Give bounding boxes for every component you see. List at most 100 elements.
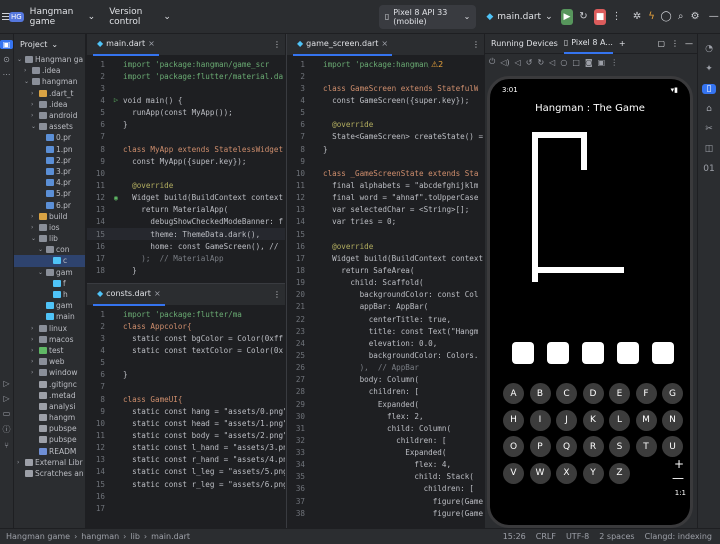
line-number[interactable]: 28 [287, 387, 309, 396]
code-line[interactable]: 24 elevation: 0.0, [287, 337, 484, 349]
tree-item[interactable]: 0.pr [14, 132, 85, 143]
code-line[interactable]: 8} [287, 143, 484, 155]
line-number[interactable]: 8 [87, 395, 109, 404]
line-number[interactable]: 10 [87, 419, 109, 428]
running-devices-icon[interactable]: ▯ [702, 84, 716, 94]
line-ending[interactable]: CRLF [536, 532, 556, 541]
line-number[interactable]: 13 [287, 205, 309, 214]
code-line[interactable]: 10 class _GameScreenState extends Sta [287, 167, 484, 179]
screenshot-icon[interactable]: ◙ [585, 58, 593, 67]
letter-key[interactable]: U [662, 436, 683, 457]
code-line[interactable]: 35 child: Stack( [287, 471, 484, 483]
gradle-icon[interactable]: ⌂ [698, 104, 720, 114]
code-line[interactable]: 9 [287, 155, 484, 167]
overview-icon[interactable]: □ [572, 58, 580, 67]
line-number[interactable]: 3 [287, 84, 309, 93]
line-number[interactable]: 1 [87, 60, 109, 69]
chevron-right-icon[interactable]: › [31, 336, 37, 343]
tree-item[interactable]: › macos [14, 334, 85, 345]
line-number[interactable]: 17 [87, 504, 109, 513]
line-number[interactable]: 7 [287, 132, 309, 141]
back-icon[interactable]: ◁ [549, 58, 555, 67]
letter-key[interactable]: W [529, 462, 551, 484]
code-line[interactable]: 17 [87, 502, 285, 514]
tree-item[interactable]: 5.pr [14, 188, 85, 199]
project-switcher[interactable]: Hangman game ⌄ [30, 7, 96, 27]
letter-key[interactable]: I [529, 409, 551, 431]
chevron-down-icon[interactable]: ⌄ [17, 56, 23, 63]
code-line[interactable]: 6 @override [287, 119, 484, 131]
line-number[interactable]: 11 [287, 181, 309, 190]
settings-icon[interactable]: ⚙ [689, 11, 702, 22]
code-line[interactable]: 1 import 'package:flutter/ma [87, 308, 285, 320]
code-line[interactable]: 11 static const body = "assets/2.png" [87, 429, 285, 441]
code-line[interactable]: 22 centerTitle: true, [287, 313, 484, 325]
letter-key[interactable]: B [529, 383, 551, 404]
chevron-down-icon[interactable]: ⌄ [38, 269, 44, 276]
tree-item[interactable]: ⌄ gam [14, 267, 85, 278]
chevron-down-icon[interactable]: ⌄ [38, 246, 44, 253]
device-manager-icon[interactable]: ◫ [698, 144, 720, 154]
letter-key[interactable]: C [556, 383, 577, 404]
code-line[interactable]: 2 [287, 70, 484, 82]
volume-down-icon[interactable]: ◁ [515, 58, 521, 67]
vcs-menu[interactable]: Version control ⌄ [109, 7, 171, 27]
line-number[interactable]: 5 [87, 358, 109, 367]
line-number[interactable]: 13 [87, 205, 109, 214]
line-number[interactable]: 21 [287, 302, 309, 311]
line-number[interactable]: 4 [87, 96, 109, 105]
tree-item[interactable]: hangm [14, 412, 85, 423]
chevron-down-icon[interactable]: ⌄ [24, 78, 30, 85]
run-button[interactable]: ▶ [560, 8, 574, 25]
tree-item[interactable]: main [14, 311, 85, 322]
device-screen[interactable]: 3:01 ▾▮ Hangman : The Game ABCDEFG HIJKLM… [487, 76, 693, 528]
line-number[interactable]: 20 [287, 290, 309, 299]
line-number[interactable]: 23 [287, 327, 309, 336]
code-area[interactable]: 1 import 'package:hangman/co 2 3 class GameS… [287, 56, 484, 519]
tree-item[interactable]: pubspe [14, 423, 85, 434]
line-number[interactable]: 2 [87, 72, 109, 81]
tab-consts-dart[interactable]: ◆ consts.dart × [93, 284, 165, 306]
code-line[interactable]: 9 static const hang = "assets/0.png" [87, 405, 285, 417]
tree-item[interactable]: h [14, 289, 85, 300]
code-line[interactable]: 18 } [87, 264, 285, 276]
debug-icon[interactable]: ✲ [631, 11, 644, 22]
project-tool-icon[interactable]: ▣ [0, 40, 13, 49]
line-number[interactable]: 19 [287, 278, 309, 287]
tree-item[interactable]: READM [14, 446, 85, 457]
code-line[interactable]: 11 final alphabets = "abcdefghijklm [287, 179, 484, 191]
line-number[interactable]: 3 [87, 334, 109, 343]
line-number[interactable]: 8 [87, 145, 109, 154]
tree-item[interactable]: › web [14, 356, 85, 367]
tree-item[interactable]: › .dart_t [14, 88, 85, 99]
search-icon[interactable]: ⌕ [674, 11, 687, 22]
record-icon[interactable]: ▣ [598, 58, 606, 67]
code-line[interactable]: 33 Expanded( [287, 447, 484, 459]
tree-item[interactable]: › External Libr [14, 457, 85, 468]
line-number[interactable]: 14 [287, 217, 309, 226]
tree-item[interactable]: 4.pr [14, 177, 85, 188]
line-number[interactable]: 1 [287, 60, 309, 69]
tree-item[interactable]: ⌄ con [14, 244, 85, 255]
line-number[interactable]: 33 [287, 448, 309, 457]
line-number[interactable]: 18 [87, 266, 109, 275]
line-number[interactable]: 7 [87, 132, 109, 141]
rotate-left-icon[interactable]: ↺ [526, 58, 533, 67]
line-number[interactable]: 18 [287, 266, 309, 275]
code-line[interactable]: 7 [87, 131, 285, 143]
code-line[interactable]: 7 [87, 381, 285, 393]
zoom-level[interactable]: 1:1 [675, 489, 686, 497]
code-line[interactable]: 9 const MyApp({super.key}); [87, 155, 285, 167]
letter-key[interactable]: V [503, 462, 524, 484]
tree-item[interactable]: 6.pr [14, 199, 85, 210]
line-number[interactable]: 6 [87, 370, 109, 379]
code-line[interactable]: 6} [87, 369, 285, 381]
line-number[interactable]: 16 [87, 242, 109, 251]
line-number[interactable]: 11 [87, 431, 109, 440]
run-tool-icon[interactable]: ▷ [0, 394, 13, 403]
code-line[interactable]: 15 [287, 228, 484, 240]
notifications-icon[interactable]: ◔ [698, 44, 720, 54]
minimize-icon[interactable]: — [707, 11, 720, 22]
code-line[interactable]: 34 flex: 4, [287, 459, 484, 471]
code-line[interactable]: 31 child: Column( [287, 422, 484, 434]
